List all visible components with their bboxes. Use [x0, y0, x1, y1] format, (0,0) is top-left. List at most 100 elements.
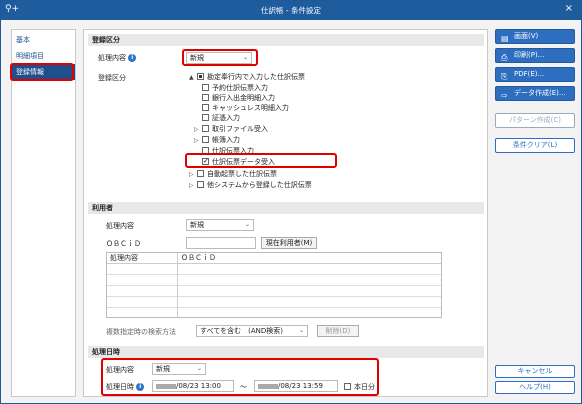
info-icon[interactable]: i: [136, 383, 145, 391]
today-label: 本日分: [354, 383, 375, 391]
user-grid-header: 処理内容 ＯＢＣｉＤ: [107, 253, 441, 264]
data-export-button[interactable]: ⇨ データ作成(E)...: [495, 86, 575, 101]
tree-item-transaction-file[interactable]: ▷ 取引ファイル受入: [194, 124, 268, 134]
tree-item-journal-import[interactable]: 仕訳伝票データ受入: [202, 156, 275, 167]
expand-toggle-icon[interactable]: ▷: [189, 181, 195, 191]
redacted-year: [258, 383, 278, 389]
tree-checkbox[interactable]: [202, 136, 209, 143]
title-bar: ⚲+ 仕訳帳 - 条件設定 ×: [1, 1, 581, 20]
help-button[interactable]: ヘルプ(H): [495, 381, 575, 394]
expand-toggle-icon[interactable]: ▲: [189, 73, 195, 83]
tree-checkbox[interactable]: [202, 94, 209, 101]
expand-toggle-icon[interactable]: ▷: [194, 136, 200, 146]
tree-checkbox[interactable]: [202, 114, 209, 121]
table-row[interactable]: [107, 264, 441, 275]
sidebar: 基本 明細項目 登録情報: [11, 29, 76, 397]
screen-icon: ▤: [501, 34, 509, 43]
tree-checkbox[interactable]: [202, 125, 209, 132]
tree-checkbox[interactable]: [202, 84, 209, 91]
datetime-process-select[interactable]: 新規 ⌄: [152, 363, 206, 375]
sidebar-item-detail[interactable]: 明細項目: [12, 48, 75, 64]
grid-divider: [177, 253, 178, 317]
chevron-down-icon: ⌄: [244, 221, 250, 228]
tree-checkbox-internal[interactable]: [197, 73, 204, 80]
tree-item-auto[interactable]: ▷ 自動起票した仕訳伝票: [189, 169, 277, 179]
pdf-button-label: PDF(E)...: [514, 70, 545, 78]
registration-process-select[interactable]: 新規 ⌄: [186, 52, 252, 64]
tree-label: 他システムから登録した仕訳伝票: [207, 181, 312, 189]
search-method-label: 複数指定時の検索方法: [106, 328, 176, 336]
obcid-label: ＯＢＣｉＤ: [106, 240, 141, 248]
tree-label: 帳簿入力: [212, 136, 240, 144]
close-icon[interactable]: ×: [565, 3, 573, 14]
section-heading-user: 利用者: [88, 202, 484, 214]
tree-item-reservation[interactable]: 予約仕訳伝票入力: [202, 83, 268, 93]
tree-item-other-system[interactable]: ▷ 他システムから登録した仕訳伝票: [189, 180, 312, 190]
tree-item-internal[interactable]: ▲ 勘定奉行内で入力した仕訳伝票: [189, 72, 305, 82]
pdf-button[interactable]: ⎘ PDF(E)...: [495, 67, 575, 82]
printer-icon: ⎙: [501, 53, 508, 62]
cancel-button[interactable]: キャンセル: [495, 365, 575, 378]
tree-item-voucher[interactable]: 証憑入力: [202, 113, 240, 123]
tree-item-cashless[interactable]: キャッシュレス明細入力: [202, 103, 289, 113]
screen-button-label: 画面(V): [514, 32, 539, 40]
section-heading-datetime: 処理日時: [88, 346, 484, 358]
user-grid[interactable]: 処理内容 ＯＢＣｉＤ: [106, 252, 442, 318]
obcid-input[interactable]: [186, 237, 256, 249]
chevron-down-icon: ⌄: [196, 365, 202, 372]
datetime-separator: ～: [240, 383, 247, 391]
tree-item-ledger[interactable]: ▷ 帳簿入力: [194, 135, 240, 145]
datetime-to-value: /08/23 13:59: [278, 382, 323, 390]
print-button[interactable]: ⎙ 印刷(P)...: [495, 48, 575, 63]
current-user-button[interactable]: 現在利用者(M): [261, 237, 317, 249]
today-checkbox-row[interactable]: 本日分: [344, 382, 375, 392]
redacted-year: [156, 383, 176, 389]
search-method-select[interactable]: すべてを含む (AND検索) ⌄: [196, 325, 308, 337]
dialog-window: ⚲+ 仕訳帳 - 条件設定 × 基本 明細項目 登録情報 登録区分 処理内容 i…: [0, 0, 582, 404]
delete-button[interactable]: 削除(D): [317, 325, 359, 337]
pattern-create-button[interactable]: パターン作成(C): [495, 113, 575, 128]
datetime-label-text: 処理日時: [106, 383, 134, 391]
table-row[interactable]: [107, 275, 441, 286]
tree-label: 銀行入出金明細入力: [212, 94, 275, 102]
search-method-value: すべてを含む (AND検索): [200, 327, 283, 335]
sidebar-item-basic[interactable]: 基本: [12, 32, 75, 48]
tree-item-journal-entry[interactable]: 仕訳伝票入力: [202, 146, 254, 156]
datetime-label: 処理日時 i: [106, 382, 145, 392]
registration-process-label-text: 処理内容: [98, 54, 126, 62]
datetime-to-input[interactable]: /08/23 13:59: [254, 380, 338, 392]
registration-category-label: 登録区分: [98, 74, 126, 82]
pdf-icon: ⎘: [501, 72, 508, 81]
chevron-down-icon: ⌄: [242, 54, 248, 61]
tree-label: 仕訳伝票データ受入: [212, 158, 275, 166]
datetime-from-input[interactable]: /08/23 13:00: [152, 380, 234, 392]
data-export-button-label: データ作成(E)...: [514, 89, 566, 97]
tree-checkbox[interactable]: [202, 147, 209, 154]
screen-button[interactable]: ▤ 画面(V): [495, 29, 575, 44]
main-panel: 登録区分 処理内容 i 新規 ⌄ 登録区分 ▲ 勘定奉行内で入力した仕訳伝票 予約…: [83, 29, 488, 397]
info-icon[interactable]: i: [128, 54, 137, 62]
clear-conditions-button[interactable]: 条件クリア(L): [495, 138, 575, 153]
datetime-process-label: 処理内容: [106, 366, 134, 374]
tree-checkbox[interactable]: [197, 181, 204, 188]
tree-label: 証憑入力: [212, 114, 240, 122]
expand-toggle-icon[interactable]: ▷: [194, 125, 200, 135]
tree-label: 仕訳伝票入力: [212, 147, 254, 155]
window-title: 仕訳帳 - 条件設定: [261, 6, 321, 15]
user-process-label: 処理内容: [106, 222, 134, 230]
tree-checkbox[interactable]: [197, 170, 204, 177]
tree-label: 予約仕訳伝票入力: [212, 84, 268, 92]
tree-checkbox-checked[interactable]: [202, 156, 209, 166]
user-process-select[interactable]: 新規 ⌄: [186, 219, 254, 231]
tree-item-bank[interactable]: 銀行入出金明細入力: [202, 93, 275, 103]
table-row[interactable]: [107, 297, 441, 308]
user-process-value: 新規: [190, 221, 204, 229]
grid-header-process: 処理内容: [110, 254, 138, 262]
print-button-label: 印刷(P)...: [514, 51, 545, 59]
sidebar-item-registration[interactable]: 登録情報: [12, 64, 75, 80]
table-row[interactable]: [107, 286, 441, 297]
tree-checkbox[interactable]: [202, 104, 209, 111]
tree-label: 自動起票した仕訳伝票: [207, 170, 277, 178]
expand-toggle-icon[interactable]: ▷: [189, 170, 195, 180]
today-checkbox[interactable]: [344, 383, 351, 390]
